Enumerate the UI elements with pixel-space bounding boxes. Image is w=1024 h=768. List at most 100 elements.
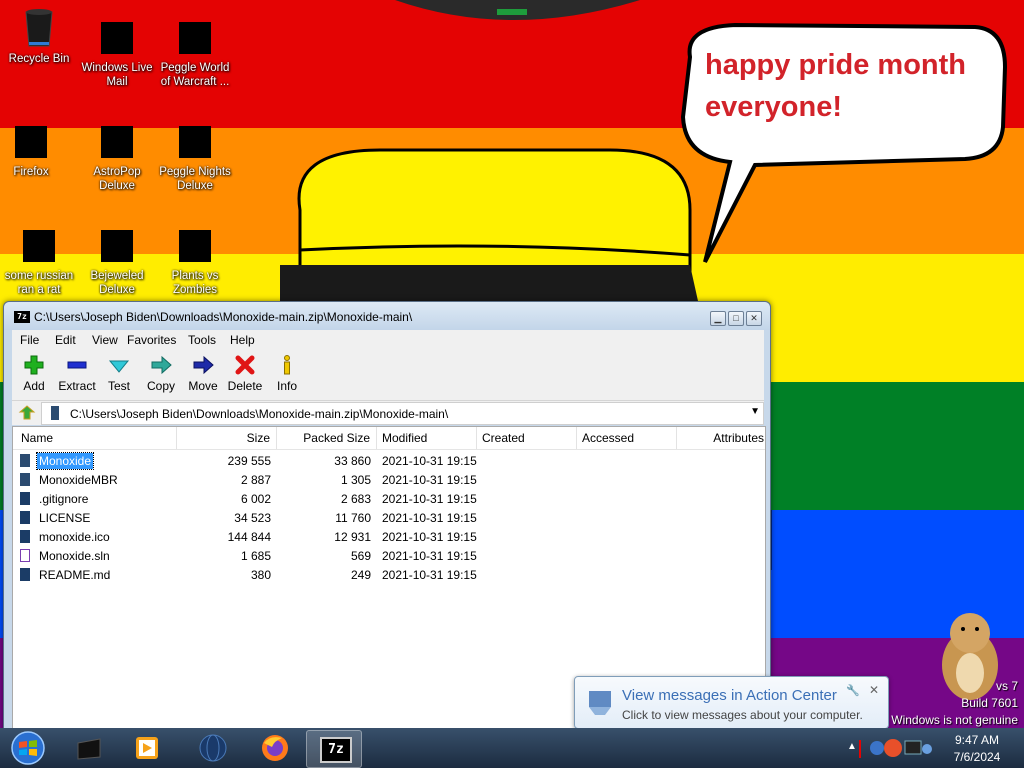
maximize-button[interactable]: □ bbox=[728, 311, 744, 326]
action-center-flag-icon bbox=[589, 691, 611, 715]
menu-edit[interactable]: Edit bbox=[55, 333, 76, 347]
desktop-icon-firefox[interactable]: Firefox bbox=[0, 110, 70, 179]
file-modified: 2021-10-31 19:15 bbox=[382, 568, 477, 582]
table-row[interactable]: MonoxideMBR 2 887 1 305 2021-10-31 19:15 bbox=[13, 471, 765, 490]
desktop-icon-recycle-bin[interactable]: Recycle Bin bbox=[0, 6, 78, 66]
extract-icon bbox=[67, 361, 87, 369]
file-icon bbox=[20, 492, 30, 505]
menu-tools[interactable]: Tools bbox=[188, 333, 216, 347]
table-row[interactable]: .gitignore 6 002 2 683 2021-10-31 19:15 bbox=[13, 490, 765, 509]
desktop-icon-label: Recycle Bin bbox=[8, 53, 70, 65]
delete-icon bbox=[235, 355, 255, 375]
copy-button[interactable]: Copy bbox=[141, 354, 181, 393]
col-packed-size[interactable]: Packed Size bbox=[277, 427, 377, 449]
col-attributes[interactable]: Attributes bbox=[677, 427, 765, 449]
table-row[interactable]: Monoxide 239 555 33 860 2021-10-31 19:15 bbox=[13, 452, 765, 471]
file-size: 34 523 bbox=[234, 511, 271, 525]
move-icon bbox=[193, 355, 214, 375]
taskbar: 7z ▲ 9:47 AM 7/6/2024 bbox=[0, 728, 1024, 768]
address-path: C:\Users\Joseph Biden\Downloads\Monoxide… bbox=[70, 407, 449, 421]
chevron-down-icon[interactable]: ▼ bbox=[750, 406, 760, 417]
watermark-genuine: Windows is not genuine bbox=[891, 713, 1018, 727]
close-icon[interactable]: ✕ bbox=[869, 683, 879, 697]
file-modified: 2021-10-31 19:15 bbox=[382, 492, 477, 506]
folder-up-icon[interactable] bbox=[18, 404, 36, 422]
show-hidden-icons-icon[interactable]: ▲ bbox=[847, 741, 857, 752]
taskbar-7zip[interactable]: 7z bbox=[306, 730, 362, 768]
table-row[interactable]: LICENSE 34 523 11 760 2021-10-31 19:15 bbox=[13, 509, 765, 528]
maximize-icon: □ bbox=[733, 313, 739, 323]
tray-flag-icon[interactable] bbox=[859, 740, 861, 758]
firefox-icon bbox=[262, 735, 288, 761]
col-size[interactable]: Size bbox=[177, 427, 277, 449]
watermark-line-1: vs 7 bbox=[995, 679, 1018, 693]
path-folder-icon bbox=[51, 406, 59, 420]
black-app-icon bbox=[77, 738, 101, 760]
add-label: Add bbox=[23, 379, 45, 393]
table-row[interactable]: README.md 380 249 2021-10-31 19:15 bbox=[13, 566, 765, 585]
test-button[interactable]: Test bbox=[99, 354, 139, 393]
clock-date[interactable]: 7/6/2024 bbox=[937, 750, 1017, 764]
window-titlebar[interactable]: 7z C:\Users\Joseph Biden\Downloads\Monox… bbox=[4, 302, 770, 330]
menu-favorites[interactable]: Favorites bbox=[127, 333, 176, 347]
address-field[interactable]: C:\Users\Joseph Biden\Downloads\Monoxide… bbox=[41, 402, 764, 425]
menu-help[interactable]: Help bbox=[230, 333, 255, 347]
file-size: 6 002 bbox=[240, 492, 271, 506]
close-button[interactable]: ✕ bbox=[746, 311, 762, 326]
redacted-icon bbox=[178, 22, 212, 56]
redacted-icon bbox=[100, 22, 134, 56]
redacted-icon bbox=[22, 230, 56, 264]
clock-time[interactable]: 9:47 AM bbox=[937, 733, 1017, 747]
taskbar-firefox[interactable] bbox=[248, 730, 302, 766]
extract-button[interactable]: Extract bbox=[57, 354, 97, 393]
file-size: 239 555 bbox=[227, 454, 271, 468]
taskbar-app-black[interactable] bbox=[62, 730, 116, 766]
taskbar-media-player[interactable] bbox=[120, 730, 174, 766]
file-packed-size: 1 305 bbox=[340, 473, 371, 487]
taskbar-globe[interactable] bbox=[186, 730, 240, 766]
move-button[interactable]: Move bbox=[183, 354, 223, 393]
desktop-icon-astropop[interactable]: AstroPop Deluxe bbox=[78, 110, 156, 193]
redacted-icon bbox=[14, 126, 48, 160]
desktop-icon-windows-live-mail[interactable]: Windows Live Mail bbox=[78, 6, 156, 89]
col-accessed[interactable]: Accessed bbox=[577, 427, 677, 449]
file-packed-size: 11 760 bbox=[335, 511, 371, 525]
add-button[interactable]: Add bbox=[14, 354, 54, 393]
file-packed-size: 33 860 bbox=[334, 454, 371, 468]
menu-file[interactable]: File bbox=[20, 333, 39, 347]
7zip-app-icon: 7z bbox=[14, 311, 30, 323]
tray-icons[interactable] bbox=[867, 736, 933, 760]
test-icon bbox=[108, 360, 130, 373]
table-row[interactable]: monoxide.ico 144 844 12 931 2021-10-31 1… bbox=[13, 528, 765, 547]
desktop-icon-peggle-wow[interactable]: Peggle World of Warcraft ... bbox=[156, 6, 234, 89]
table-row[interactable]: Monoxide.sln 1 685 569 2021-10-31 19:15 bbox=[13, 547, 765, 566]
vs-solution-icon bbox=[20, 549, 30, 562]
col-name[interactable]: Name bbox=[13, 427, 177, 449]
action-center-notification[interactable]: View messages in Action Center Click to … bbox=[574, 676, 889, 729]
file-name: monoxide.ico bbox=[39, 530, 110, 544]
file-size: 2 887 bbox=[240, 473, 271, 487]
address-bar: C:\Users\Joseph Biden\Downloads\Monoxide… bbox=[12, 401, 764, 425]
start-button[interactable] bbox=[0, 730, 58, 766]
file-name: .gitignore bbox=[39, 492, 89, 506]
col-created[interactable]: Created bbox=[477, 427, 577, 449]
desktop-icon-label: AstroPop Deluxe bbox=[93, 166, 141, 192]
desktop-icon-bejeweled[interactable]: Bejeweled Deluxe bbox=[78, 214, 156, 297]
minimize-button[interactable]: ▁ bbox=[710, 311, 726, 326]
wrench-icon[interactable]: 🔧 bbox=[846, 684, 860, 697]
desktop-icon-label: some russian ran a rat bbox=[4, 270, 74, 296]
extract-label: Extract bbox=[58, 379, 96, 393]
system-tray: ▲ 9:47 AM 7/6/2024 bbox=[845, 728, 1024, 768]
speech-text: happy pride month everyone! bbox=[705, 44, 966, 128]
info-button[interactable]: Info bbox=[267, 354, 307, 393]
desktop-icon-russian-rat[interactable]: some russian ran a rat bbox=[0, 214, 78, 297]
globe-icon bbox=[199, 734, 227, 762]
redacted-icon bbox=[178, 230, 212, 264]
windows-watermark: vs 7 Build 7601 Windows is not genuine bbox=[891, 678, 1018, 729]
col-modified[interactable]: Modified bbox=[377, 427, 477, 449]
desktop-icon-plants-vs-zombies[interactable]: Plants vs Zombies bbox=[156, 214, 234, 297]
desktop-icon-label: Peggle World of Warcraft ... bbox=[160, 62, 230, 88]
delete-button[interactable]: Delete bbox=[225, 354, 265, 393]
desktop-icon-peggle-nights[interactable]: Peggle Nights Deluxe bbox=[156, 110, 234, 193]
menu-view[interactable]: View bbox=[92, 333, 118, 347]
